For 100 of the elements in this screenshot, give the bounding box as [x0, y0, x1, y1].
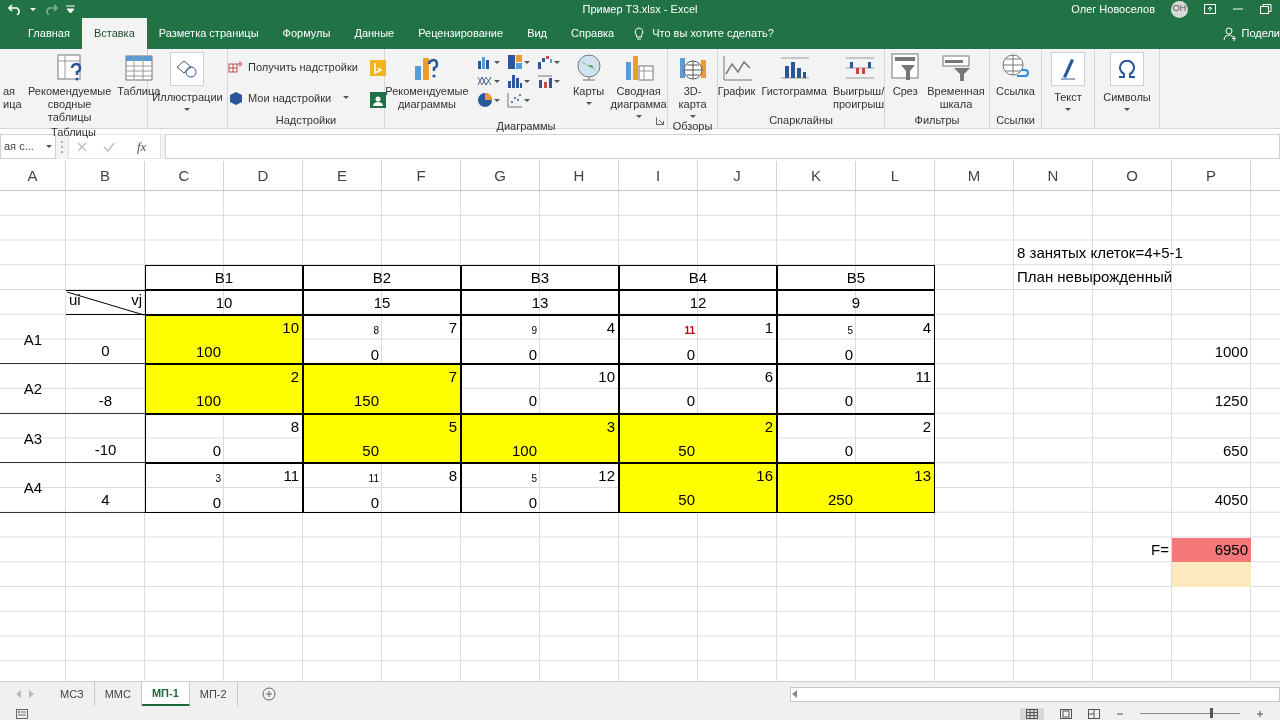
column-header[interactable]: C: [145, 161, 224, 190]
table-cell: 10: [145, 290, 303, 315]
scroll-left-icon[interactable]: [791, 690, 799, 698]
group-label: Диаграммы: [496, 119, 556, 134]
group-label: Спарклайны: [769, 113, 833, 128]
ribbon-tab[interactable]: Главная: [16, 18, 82, 49]
ribbon-tab[interactable]: Данные: [342, 18, 407, 49]
group-label: Обзоры: [672, 119, 713, 134]
ribbon-button[interactable]: Ссылка: [994, 52, 1037, 98]
allocation-value: 0: [843, 391, 854, 412]
estimate-value: 5: [530, 472, 538, 487]
cost-value: 2: [763, 416, 774, 437]
ribbon-button[interactable]: 3D- карта: [674, 52, 711, 118]
ribbon-button[interactable]: Временная шкала: [925, 52, 987, 111]
ribbon-display-icon[interactable]: [1204, 4, 1216, 14]
zoom-in-icon[interactable]: [1256, 709, 1264, 718]
estimate-value: 11: [683, 323, 696, 338]
column-header[interactable]: N: [1014, 161, 1093, 190]
treemap-chart-icon: [506, 54, 523, 70]
add-sheet-icon[interactable]: [261, 687, 276, 701]
ribbon-button[interactable]: Срез: [887, 52, 924, 98]
people-graph-icon[interactable]: [369, 92, 386, 108]
share-button[interactable]: Подели: [1241, 25, 1280, 42]
ribbon-tab[interactable]: Рецензирование: [406, 18, 516, 49]
allocation-value: 0: [843, 440, 854, 461]
allocation-value: 250: [826, 490, 854, 511]
user-name: Олег Новоселов: [1071, 1, 1155, 17]
restore-icon[interactable]: [1260, 4, 1272, 14]
horizontal-scrollbar[interactable]: [790, 686, 1280, 702]
ribbon-tab[interactable]: Формулы: [270, 18, 343, 49]
add-ins-icon: [228, 59, 245, 76]
cost-value: 2: [289, 367, 300, 388]
search-field[interactable]: Что вы хотите сделать?: [652, 25, 774, 42]
ribbon-tab[interactable]: Справка: [559, 18, 627, 49]
allocation-value: 0: [211, 440, 222, 461]
column-header[interactable]: O: [1093, 161, 1172, 190]
column-header[interactable]: M: [935, 161, 1014, 190]
page-break-icon[interactable]: [1088, 708, 1100, 719]
name-box[interactable]: ая с...: [0, 134, 56, 159]
total-cell: 6950: [1172, 537, 1251, 563]
ribbon-tab[interactable]: Вставка: [81, 18, 147, 49]
allocation-value: 0: [369, 344, 380, 365]
table-header-cell: B2: [303, 265, 461, 290]
column-header[interactable]: B: [66, 161, 145, 190]
formula-field[interactable]: [165, 134, 1280, 159]
table-header-cell: B5: [777, 265, 935, 290]
undo-icon[interactable]: [8, 3, 22, 15]
table-cell: 12: [619, 290, 777, 315]
row-header-cell: A2: [0, 364, 66, 414]
column-header[interactable]: J: [698, 161, 777, 190]
ribbon-button[interactable]: Рекомендуемые диаграммы: [383, 52, 471, 111]
cost-value: 3: [605, 416, 616, 437]
table-cell-text: 1250: [1213, 391, 1249, 411]
zoom-slider-thumb[interactable]: [1210, 708, 1213, 718]
histogram-chart-icon: [506, 73, 523, 89]
ribbon-button[interactable]: График: [715, 52, 758, 98]
table-cell-text: 650: [1221, 440, 1249, 461]
column-header[interactable]: F: [382, 161, 461, 190]
ribbon-button[interactable]: Рекомендуемые сводные таблицы: [26, 52, 114, 124]
avatar[interactable]: ОН: [1171, 0, 1188, 18]
scatter-chart-icon: [506, 92, 523, 108]
sheet-tab[interactable]: МП-1: [141, 682, 190, 706]
ribbon-button[interactable]: Выигрыш/ проигрыш: [830, 52, 887, 111]
column-header[interactable]: D: [224, 161, 303, 190]
ribbon-button[interactable]: Карты: [570, 52, 607, 105]
page-layout-icon[interactable]: [1060, 708, 1072, 719]
omega-icon: [1118, 60, 1136, 78]
column-header[interactable]: I: [619, 161, 698, 190]
splitter-icon: [60, 139, 64, 154]
column-header[interactable]: K: [777, 161, 856, 190]
cost-value: 11: [282, 466, 300, 487]
insert-function-button[interactable]: fx: [131, 136, 153, 157]
column-header[interactable]: E: [303, 161, 382, 190]
ribbon-button[interactable]: Символы: [1101, 52, 1153, 111]
ribbon-button[interactable]: Получить надстройки: [226, 56, 360, 79]
column-header[interactable]: P: [1172, 161, 1251, 190]
ribbon-button[interactable]: Сводная диаграмма: [608, 52, 669, 118]
table-cell: 13: [461, 290, 619, 315]
ribbon-button[interactable]: Мои надстройки: [226, 86, 360, 109]
cost-value: 12: [597, 466, 616, 487]
column-header[interactable]: H: [540, 161, 619, 190]
normal-view-icon[interactable]: [1026, 708, 1038, 719]
dialog-launcher-icon[interactable]: [656, 117, 664, 125]
cost-value: 10: [281, 317, 300, 338]
ribbon-tab[interactable]: Вид: [515, 18, 560, 49]
cost-value: 13: [913, 466, 932, 487]
ribbon-tab[interactable]: Разметка страницы: [146, 18, 271, 49]
column-header[interactable]: L: [856, 161, 935, 190]
combo-chart-icon: [536, 73, 553, 89]
cube-icon: [228, 89, 245, 106]
pen-icon: [1061, 58, 1075, 80]
column-header[interactable]: G: [461, 161, 540, 190]
timeline-filter-icon: [940, 52, 972, 82]
group-label: Ссылки: [996, 113, 1035, 128]
ribbon-button[interactable]: ая ица: [0, 52, 24, 111]
allocation-value: 100: [194, 341, 222, 362]
check-icon[interactable]: [103, 141, 115, 152]
ribbon-button[interactable]: Гистограмма: [759, 52, 829, 98]
customize-icon[interactable]: [66, 5, 75, 13]
column-header[interactable]: A: [0, 161, 66, 190]
